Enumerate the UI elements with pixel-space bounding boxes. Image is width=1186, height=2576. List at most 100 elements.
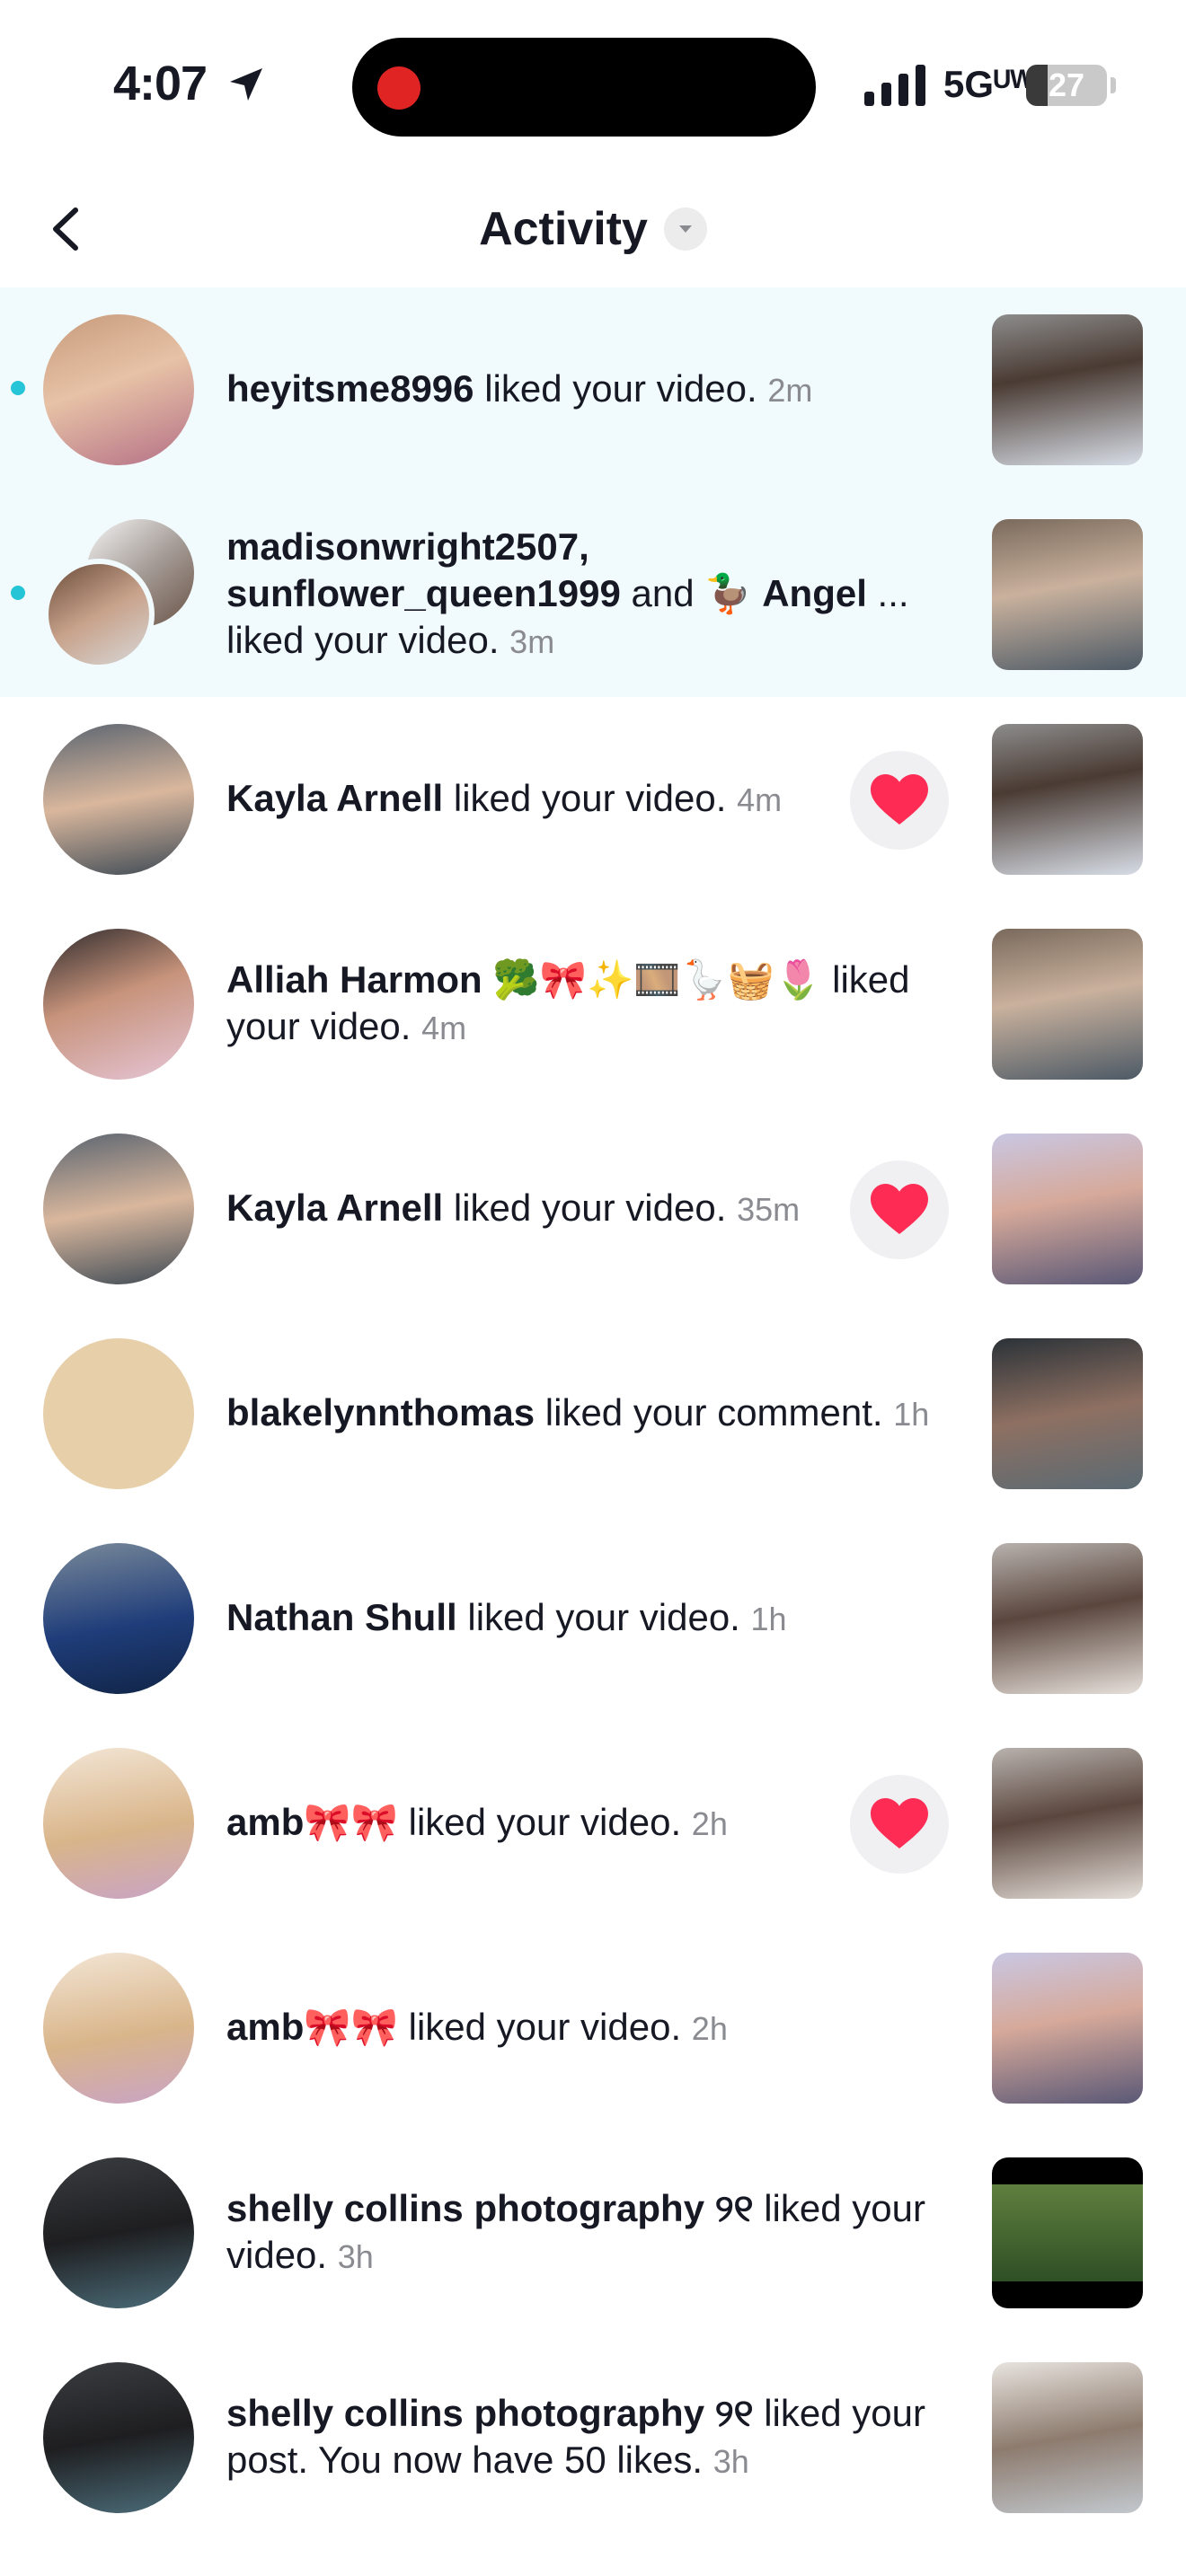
notification-item[interactable]: Alliah Harmon 🥦🎀✨🎞️🪿🧺🌷 liked your video.… (0, 902, 1186, 1107)
battery-percent: 27 (1048, 66, 1085, 103)
avatar[interactable] (43, 1338, 194, 1489)
like-back-button[interactable] (850, 751, 949, 850)
notification-item[interactable]: amb🎀🎀 liked your video. 2h (0, 1721, 1186, 1926)
notification-text: heyitsme8996 liked your video. 2m (226, 287, 945, 492)
network-type: 5Gᵁᵂ (943, 63, 1034, 105)
cellular-signal-icon (864, 65, 925, 106)
heart-icon (871, 774, 928, 825)
timestamp: 2m (767, 372, 813, 409)
location-arrow-icon (230, 68, 262, 101)
username[interactable]: Kayla Arnell (226, 777, 443, 819)
activity-list: heyitsme8996 liked your video. 2m madison… (0, 287, 1186, 2540)
like-back-button[interactable] (850, 1775, 949, 1874)
notification-item[interactable]: shelly collins photography ୨୧ liked your… (0, 2335, 1186, 2540)
video-thumbnail[interactable] (992, 724, 1143, 875)
notification-item[interactable]: Nathan Shull liked your video. 1h (0, 1516, 1186, 1721)
username[interactable]: Nathan Shull (226, 1596, 457, 1638)
notification-text: Kayla Arnell liked your video. 4m (226, 697, 837, 902)
username[interactable]: amb🎀🎀 (226, 1801, 398, 1843)
unread-indicator (11, 381, 25, 395)
timestamp: 1h (893, 1396, 930, 1433)
video-thumbnail[interactable] (992, 929, 1143, 1080)
notification-message: liked your video. (456, 1596, 751, 1638)
video-thumbnail[interactable] (992, 2362, 1143, 2513)
page-title: Activity (479, 203, 648, 255)
timestamp: 35m (737, 1191, 801, 1228)
username[interactable]: madisonwright2507, (226, 525, 589, 568)
avatar[interactable] (43, 1543, 194, 1694)
avatar[interactable] (43, 2157, 194, 2308)
notification-item[interactable]: madisonwright2507, sunflower_queen1999 a… (0, 492, 1186, 697)
notification-text: amb🎀🎀 liked your video. 2h (226, 1926, 945, 2130)
status-bar: 4:07 5Gᵁᵂ 27 (0, 0, 1186, 171)
notification-message: liked your video. (443, 777, 738, 819)
username[interactable]: Alliah Harmon (226, 958, 482, 1001)
notification-text: shelly collins photography ୨୧ liked your… (226, 2130, 945, 2335)
notification-item[interactable]: shelly collins photography ୨୧ liked your… (0, 2130, 1186, 2335)
avatar[interactable] (43, 2362, 194, 2513)
video-thumbnail[interactable] (992, 1748, 1143, 1899)
username[interactable]: shelly collins photography ୨୧ (226, 2187, 754, 2229)
video-thumbnail[interactable] (992, 1543, 1143, 1694)
notification-message: liked your comment. (535, 1391, 894, 1434)
heart-icon (871, 1184, 928, 1234)
unread-indicator (11, 586, 25, 600)
avatar[interactable] (43, 1953, 194, 2104)
notification-item[interactable]: Kayla Arnell liked your video. 4m (0, 697, 1186, 902)
video-thumbnail[interactable] (992, 1134, 1143, 1284)
status-time: 4:07 (113, 57, 208, 110)
avatar[interactable] (43, 1748, 194, 1899)
timestamp: 4m (421, 1010, 467, 1046)
notification-item[interactable]: amb🎀🎀 liked your video. 2h (0, 1926, 1186, 2130)
video-thumbnail[interactable] (992, 1338, 1143, 1489)
avatar (43, 559, 155, 670)
notification-item[interactable]: blakelynnthomas liked your comment. 1h (0, 1311, 1186, 1516)
username[interactable]: Kayla Arnell (226, 1187, 443, 1229)
notification-message: liked your video. (474, 367, 768, 410)
username[interactable]: sunflower_queen1999 (226, 572, 621, 614)
username[interactable]: shelly collins photography ୨୧ (226, 2392, 754, 2434)
notification-text: madisonwright2507, sunflower_queen1999 a… (226, 492, 945, 697)
notification-text: blakelynnthomas liked your comment. 1h (226, 1311, 945, 1516)
notification-text: amb🎀🎀 liked your video. 2h (226, 1721, 837, 1926)
notification-item[interactable]: heyitsme8996 liked your video. 2m (0, 287, 1186, 492)
notification-text: Kayla Arnell liked your video. 35m (226, 1107, 837, 1311)
notification-item[interactable]: Kayla Arnell liked your video. 35m (0, 1107, 1186, 1311)
heart-icon (871, 1798, 928, 1848)
timestamp: 1h (750, 1601, 787, 1637)
chevron-down-icon (663, 207, 707, 251)
dynamic-island (352, 38, 816, 137)
video-thumbnail[interactable] (992, 314, 1143, 465)
avatar[interactable] (43, 1134, 194, 1284)
video-thumbnail[interactable] (992, 1953, 1143, 2104)
video-thumbnail[interactable] (992, 519, 1143, 670)
username[interactable]: amb🎀🎀 (226, 2006, 398, 2048)
battery-cap (1111, 77, 1116, 93)
recording-indicator (377, 66, 420, 110)
timestamp: 3h (337, 2238, 374, 2275)
notification-text: shelly collins photography ୨୧ liked your… (226, 2335, 945, 2540)
username[interactable]: heyitsme8996 (226, 367, 474, 410)
avatar[interactable] (43, 314, 194, 465)
battery-icon: 27 (1026, 65, 1107, 106)
activity-filter-button[interactable]: Activity (0, 198, 1186, 260)
timestamp: 2h (691, 2010, 728, 2047)
notification-message: liked your video. (443, 1187, 738, 1229)
notification-message: and 🦆 (620, 572, 763, 614)
username[interactable]: Angel (762, 572, 867, 614)
username[interactable]: blakelynnthomas (226, 1391, 535, 1434)
notification-message: liked your video. (397, 2006, 692, 2048)
notification-message: liked your video. (397, 1801, 692, 1843)
avatar[interactable] (43, 724, 194, 875)
header: Activity (0, 171, 1186, 287)
timestamp: 2h (691, 1805, 728, 1842)
timestamp: 4m (737, 781, 783, 818)
video-thumbnail[interactable] (992, 2157, 1143, 2308)
like-back-button[interactable] (850, 1160, 949, 1259)
avatar-group[interactable] (43, 519, 194, 670)
timestamp: 3h (712, 2443, 749, 2480)
avatar[interactable] (43, 929, 194, 1080)
notification-text: Alliah Harmon 🥦🎀✨🎞️🪿🧺🌷 liked your video.… (226, 902, 945, 1107)
notification-text: Nathan Shull liked your video. 1h (226, 1516, 945, 1721)
timestamp: 3m (509, 623, 555, 660)
